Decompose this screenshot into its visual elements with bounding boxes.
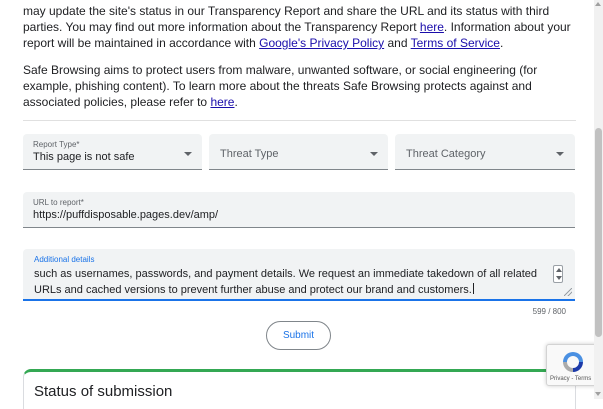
status-card: Status of submission <box>23 369 576 409</box>
chevron-down-icon <box>184 152 192 156</box>
character-counter: 599 / 800 <box>532 307 566 316</box>
paragraph-text: . <box>499 36 504 50</box>
recaptcha-links[interactable]: Privacy - Terms <box>550 376 591 382</box>
details-line-last: URLs and cached versions to prevent furt… <box>34 282 544 298</box>
privacy-policy-link[interactable]: Google's Privacy Policy <box>259 36 384 50</box>
paragraph-text: . <box>234 95 238 109</box>
paragraph-text: and <box>384 36 411 50</box>
paragraph-text: Safe Browsing aims to protect users from… <box>23 63 538 109</box>
text-cursor <box>472 283 474 294</box>
page-scrollbar[interactable] <box>594 0 603 399</box>
recaptcha-badge[interactable]: Privacy - Terms <box>546 344 601 386</box>
report-type-value: This page is not safe <box>33 151 135 163</box>
chevron-down-icon <box>556 152 564 156</box>
threat-category-select[interactable]: Threat Category <box>395 134 575 170</box>
submit-button[interactable]: Submit <box>266 321 331 350</box>
scroll-up-icon[interactable] <box>595 2 601 6</box>
resize-handle-icon[interactable] <box>564 288 572 296</box>
status-title: Status of submission <box>34 383 173 400</box>
chevron-down-icon <box>370 152 378 156</box>
report-type-label: Report Type* <box>33 140 80 149</box>
url-value: https://puffdisposable.pages.dev/amp/ <box>33 209 219 221</box>
details-line: such as usernames, passwords, and paymen… <box>34 268 538 280</box>
url-label: URL to report* <box>33 198 84 207</box>
threat-type-placeholder: Threat Type <box>220 148 279 160</box>
additional-details-label: Additional details <box>34 255 95 264</box>
divider <box>23 120 576 121</box>
threat-category-placeholder: Threat Category <box>406 148 486 160</box>
threat-type-select[interactable]: Threat Type <box>209 134 388 170</box>
transparency-paragraph: may update the site's status in our Tran… <box>23 3 576 51</box>
scrollbar-thumb[interactable] <box>595 128 602 337</box>
additional-details-textarea[interactable]: Additional details such as usernames, pa… <box>23 249 575 301</box>
terms-of-service-link[interactable]: Terms of Service <box>411 36 500 50</box>
transparency-report-link[interactable]: here <box>420 20 444 34</box>
threats-policy-link[interactable]: here <box>210 95 234 109</box>
report-type-select[interactable]: Report Type* This page is not safe <box>23 134 202 170</box>
safe-browsing-paragraph: Safe Browsing aims to protect users from… <box>23 62 576 110</box>
url-input[interactable]: URL to report* https://puffdisposable.pa… <box>23 192 575 228</box>
additional-details-text: such as usernames, passwords, and paymen… <box>34 266 544 298</box>
recaptcha-icon <box>563 352 583 372</box>
scroll-spinner-icon[interactable] <box>553 265 563 283</box>
scroll-down-icon[interactable] <box>595 392 601 396</box>
details-line-text: URLs and cached versions to prevent furt… <box>34 284 472 296</box>
